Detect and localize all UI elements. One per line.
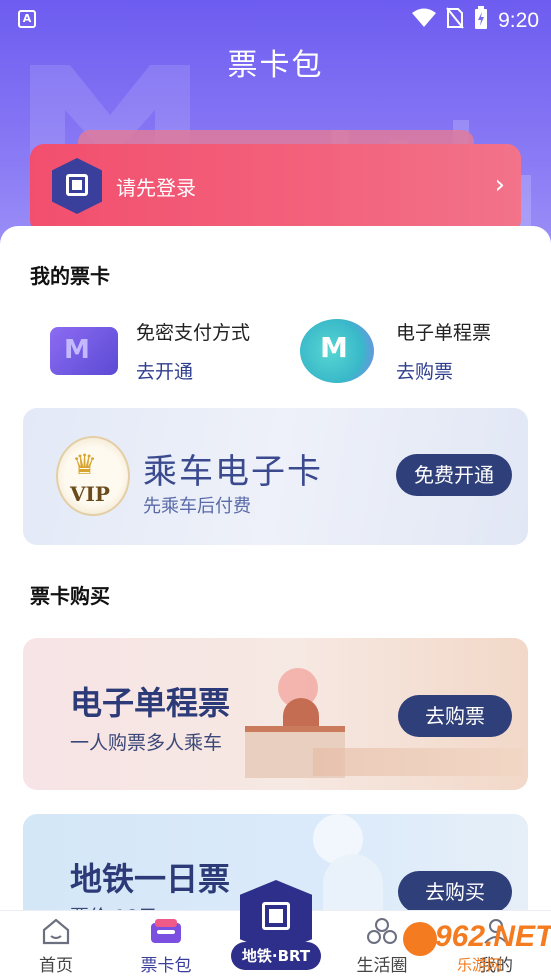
nav-label-wallet: 票卡包 (140, 956, 192, 976)
site-watermark: 962.NET 乐游网 (403, 918, 551, 974)
qr-shield-icon (52, 158, 102, 214)
section-title-purchase: 票卡购买 (30, 584, 110, 608)
metro-brt-button[interactable]: 地铁·BRT (231, 880, 321, 970)
watermark-logo-text: 962.NET (435, 920, 551, 953)
buy-day-pass-button[interactable]: 去购买 (398, 871, 512, 913)
single-ticket-card-subtitle: 一人购票多人乘车 (70, 732, 223, 754)
dome-illustration (283, 698, 319, 728)
login-prompt: 请先登录 (116, 176, 196, 200)
nav-label-home: 首页 (39, 956, 73, 976)
crown-icon: ♛ (72, 448, 98, 481)
watermark-logo-icon (403, 922, 437, 956)
single-ticket-card-title: 电子单程票 (70, 684, 231, 722)
status-bar: A 9:20 (0, 0, 551, 40)
day-pass-card-title: 地铁一日票 (70, 860, 231, 898)
single-ticket-title: 电子单程票 (396, 322, 492, 344)
app-notification-icon: A (18, 10, 36, 28)
single-ticket-action[interactable]: 去购票 (396, 357, 491, 384)
ride-e-card-title: 乘车电子卡 (143, 452, 323, 492)
free-activate-button[interactable]: 免费开通 (396, 454, 512, 496)
pay-method-item[interactable]: 免密支付方式 去开通 (50, 318, 250, 384)
battery-icon (474, 6, 488, 35)
pay-method-title: 免密支付方式 (136, 322, 251, 344)
ride-e-card-banner[interactable]: ♛ VIP 乘车电子卡 先乘车后付费 免费开通 (23, 408, 528, 545)
chevron-right-icon: › (494, 170, 505, 200)
vip-badge-text: VIP (70, 482, 110, 506)
no-sim-icon (446, 7, 464, 34)
ride-e-card-subtitle: 先乘车后付费 (143, 496, 251, 517)
buy-ticket-button[interactable]: 去购票 (398, 695, 512, 737)
clock: 9:20 (498, 8, 539, 32)
single-ticket-card[interactable]: 电子单程票 一人购票多人乘车 去购票 (23, 638, 528, 790)
page-title: 票卡包 (227, 48, 324, 83)
wifi-icon (412, 8, 437, 33)
watermark-sub-text: 乐游网 (457, 956, 503, 974)
vip-badge-icon: ♛ VIP (56, 436, 130, 516)
home-icon (16, 917, 96, 947)
single-ticket-item[interactable]: 电子单程票 去购票 (300, 318, 491, 384)
login-banner[interactable]: 请先登录 › (30, 144, 521, 234)
ticket-qr-icon (300, 319, 374, 383)
nav-item-wallet[interactable]: 票卡包 (126, 917, 206, 976)
train-illustration (313, 748, 523, 776)
nav-item-home[interactable]: 首页 (16, 917, 96, 976)
ticket-wallet-icon (126, 917, 206, 947)
section-title-my-cards: 我的票卡 (30, 264, 110, 288)
metro-brt-label: 地铁·BRT (231, 942, 321, 970)
payment-card-icon (50, 327, 118, 375)
pay-method-action[interactable]: 去开通 (136, 357, 250, 384)
